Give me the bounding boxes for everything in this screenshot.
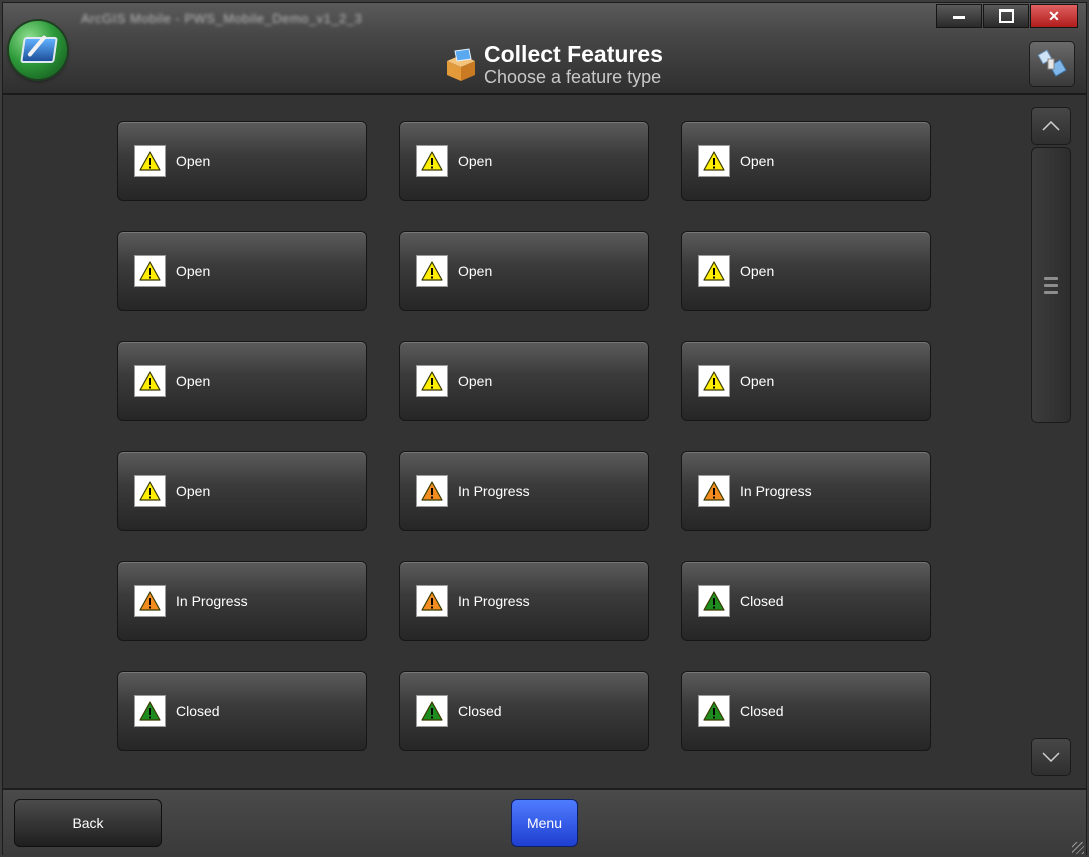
title-bar: ArcGIS Mobile - PWS_Mobile_Demo_v1_2_3 ✕… [3, 3, 1086, 95]
warning-icon [416, 145, 448, 177]
feature-type-button[interactable]: Open [681, 121, 931, 201]
warning-icon [698, 365, 730, 397]
warning-icon [134, 365, 166, 397]
feature-type-label: In Progress [458, 483, 530, 499]
feature-type-button[interactable]: Open [681, 231, 931, 311]
feature-type-button[interactable]: Open [399, 231, 649, 311]
minimize-icon [953, 15, 965, 19]
warning-icon [134, 695, 166, 727]
feature-type-label: Open [740, 263, 775, 279]
chevron-up-icon [1042, 121, 1060, 131]
feature-type-button[interactable]: Open [399, 341, 649, 421]
chevron-down-icon [1042, 752, 1060, 762]
back-button[interactable]: Back [14, 799, 162, 847]
scroll-down-button[interactable] [1031, 738, 1071, 776]
feature-type-label: Open [176, 153, 211, 169]
feature-type-label: Open [458, 153, 493, 169]
feature-type-button[interactable]: Closed [117, 671, 367, 751]
feature-type-label: Open [176, 483, 211, 499]
feature-type-label: Closed [458, 703, 502, 719]
app-window: ArcGIS Mobile - PWS_Mobile_Demo_v1_2_3 ✕… [2, 2, 1087, 856]
feature-type-button[interactable]: In Progress [117, 561, 367, 641]
feature-type-button[interactable]: Open [399, 121, 649, 201]
maximize-button[interactable] [983, 4, 1029, 28]
warning-icon [698, 145, 730, 177]
feature-type-label: Open [740, 373, 775, 389]
bottom-toolbar: Back Menu [3, 788, 1086, 856]
feature-type-button[interactable]: Open [117, 121, 367, 201]
warning-icon [134, 585, 166, 617]
feature-type-label: Closed [740, 703, 784, 719]
feature-type-label: Open [458, 373, 493, 389]
warning-icon [416, 475, 448, 507]
feature-type-label: In Progress [740, 483, 812, 499]
gps-button[interactable] [1029, 41, 1075, 87]
warning-icon [698, 475, 730, 507]
feature-type-button[interactable]: Closed [399, 671, 649, 751]
feature-type-button[interactable]: Closed [681, 561, 931, 641]
close-icon: ✕ [1048, 7, 1060, 24]
page-title: Collect Features [484, 41, 663, 67]
warning-icon [698, 695, 730, 727]
feature-type-label: In Progress [176, 593, 248, 609]
feature-type-button[interactable]: Open [117, 451, 367, 531]
minimize-button[interactable] [936, 4, 982, 28]
warning-icon [698, 585, 730, 617]
close-button[interactable]: ✕ [1030, 4, 1078, 28]
feature-type-button[interactable]: Open [681, 341, 931, 421]
satellite-icon [1037, 49, 1067, 77]
feature-type-label: Open [176, 263, 211, 279]
menu-button[interactable]: Menu [511, 799, 578, 847]
feature-type-button[interactable]: Open [117, 231, 367, 311]
feature-type-label: Closed [740, 593, 784, 609]
warning-icon [416, 255, 448, 287]
feature-type-label: Open [458, 263, 493, 279]
feature-type-label: Closed [176, 703, 220, 719]
warning-icon [134, 145, 166, 177]
scroll-up-button[interactable] [1031, 107, 1071, 145]
feature-type-button[interactable]: In Progress [399, 561, 649, 641]
collect-features-icon [447, 48, 475, 81]
resize-grip[interactable] [1072, 842, 1084, 854]
feature-type-label: In Progress [458, 593, 530, 609]
page-subtitle: Choose a feature type [484, 67, 662, 87]
maximize-icon [998, 9, 1014, 23]
warning-icon [134, 475, 166, 507]
warning-icon [416, 585, 448, 617]
app-logo-icon [9, 21, 67, 79]
feature-type-label: Open [176, 373, 211, 389]
feature-type-button[interactable]: In Progress [681, 451, 931, 531]
warning-icon [698, 255, 730, 287]
warning-icon [416, 695, 448, 727]
window-caption: ArcGIS Mobile - PWS_Mobile_Demo_v1_2_3 [81, 11, 363, 26]
warning-icon [416, 365, 448, 397]
feature-type-button[interactable]: Closed [681, 671, 931, 751]
feature-type-label: Open [740, 153, 775, 169]
feature-type-button[interactable]: Open [117, 341, 367, 421]
feature-type-grid: Open Open Open Open Open Open Open Open Open Open… [117, 121, 931, 751]
scrollbar-thumb[interactable] [1031, 147, 1071, 423]
window-controls: ✕ [936, 4, 1078, 28]
grip-icon [1044, 276, 1058, 294]
feature-type-button[interactable]: In Progress [399, 451, 649, 531]
warning-icon [134, 255, 166, 287]
